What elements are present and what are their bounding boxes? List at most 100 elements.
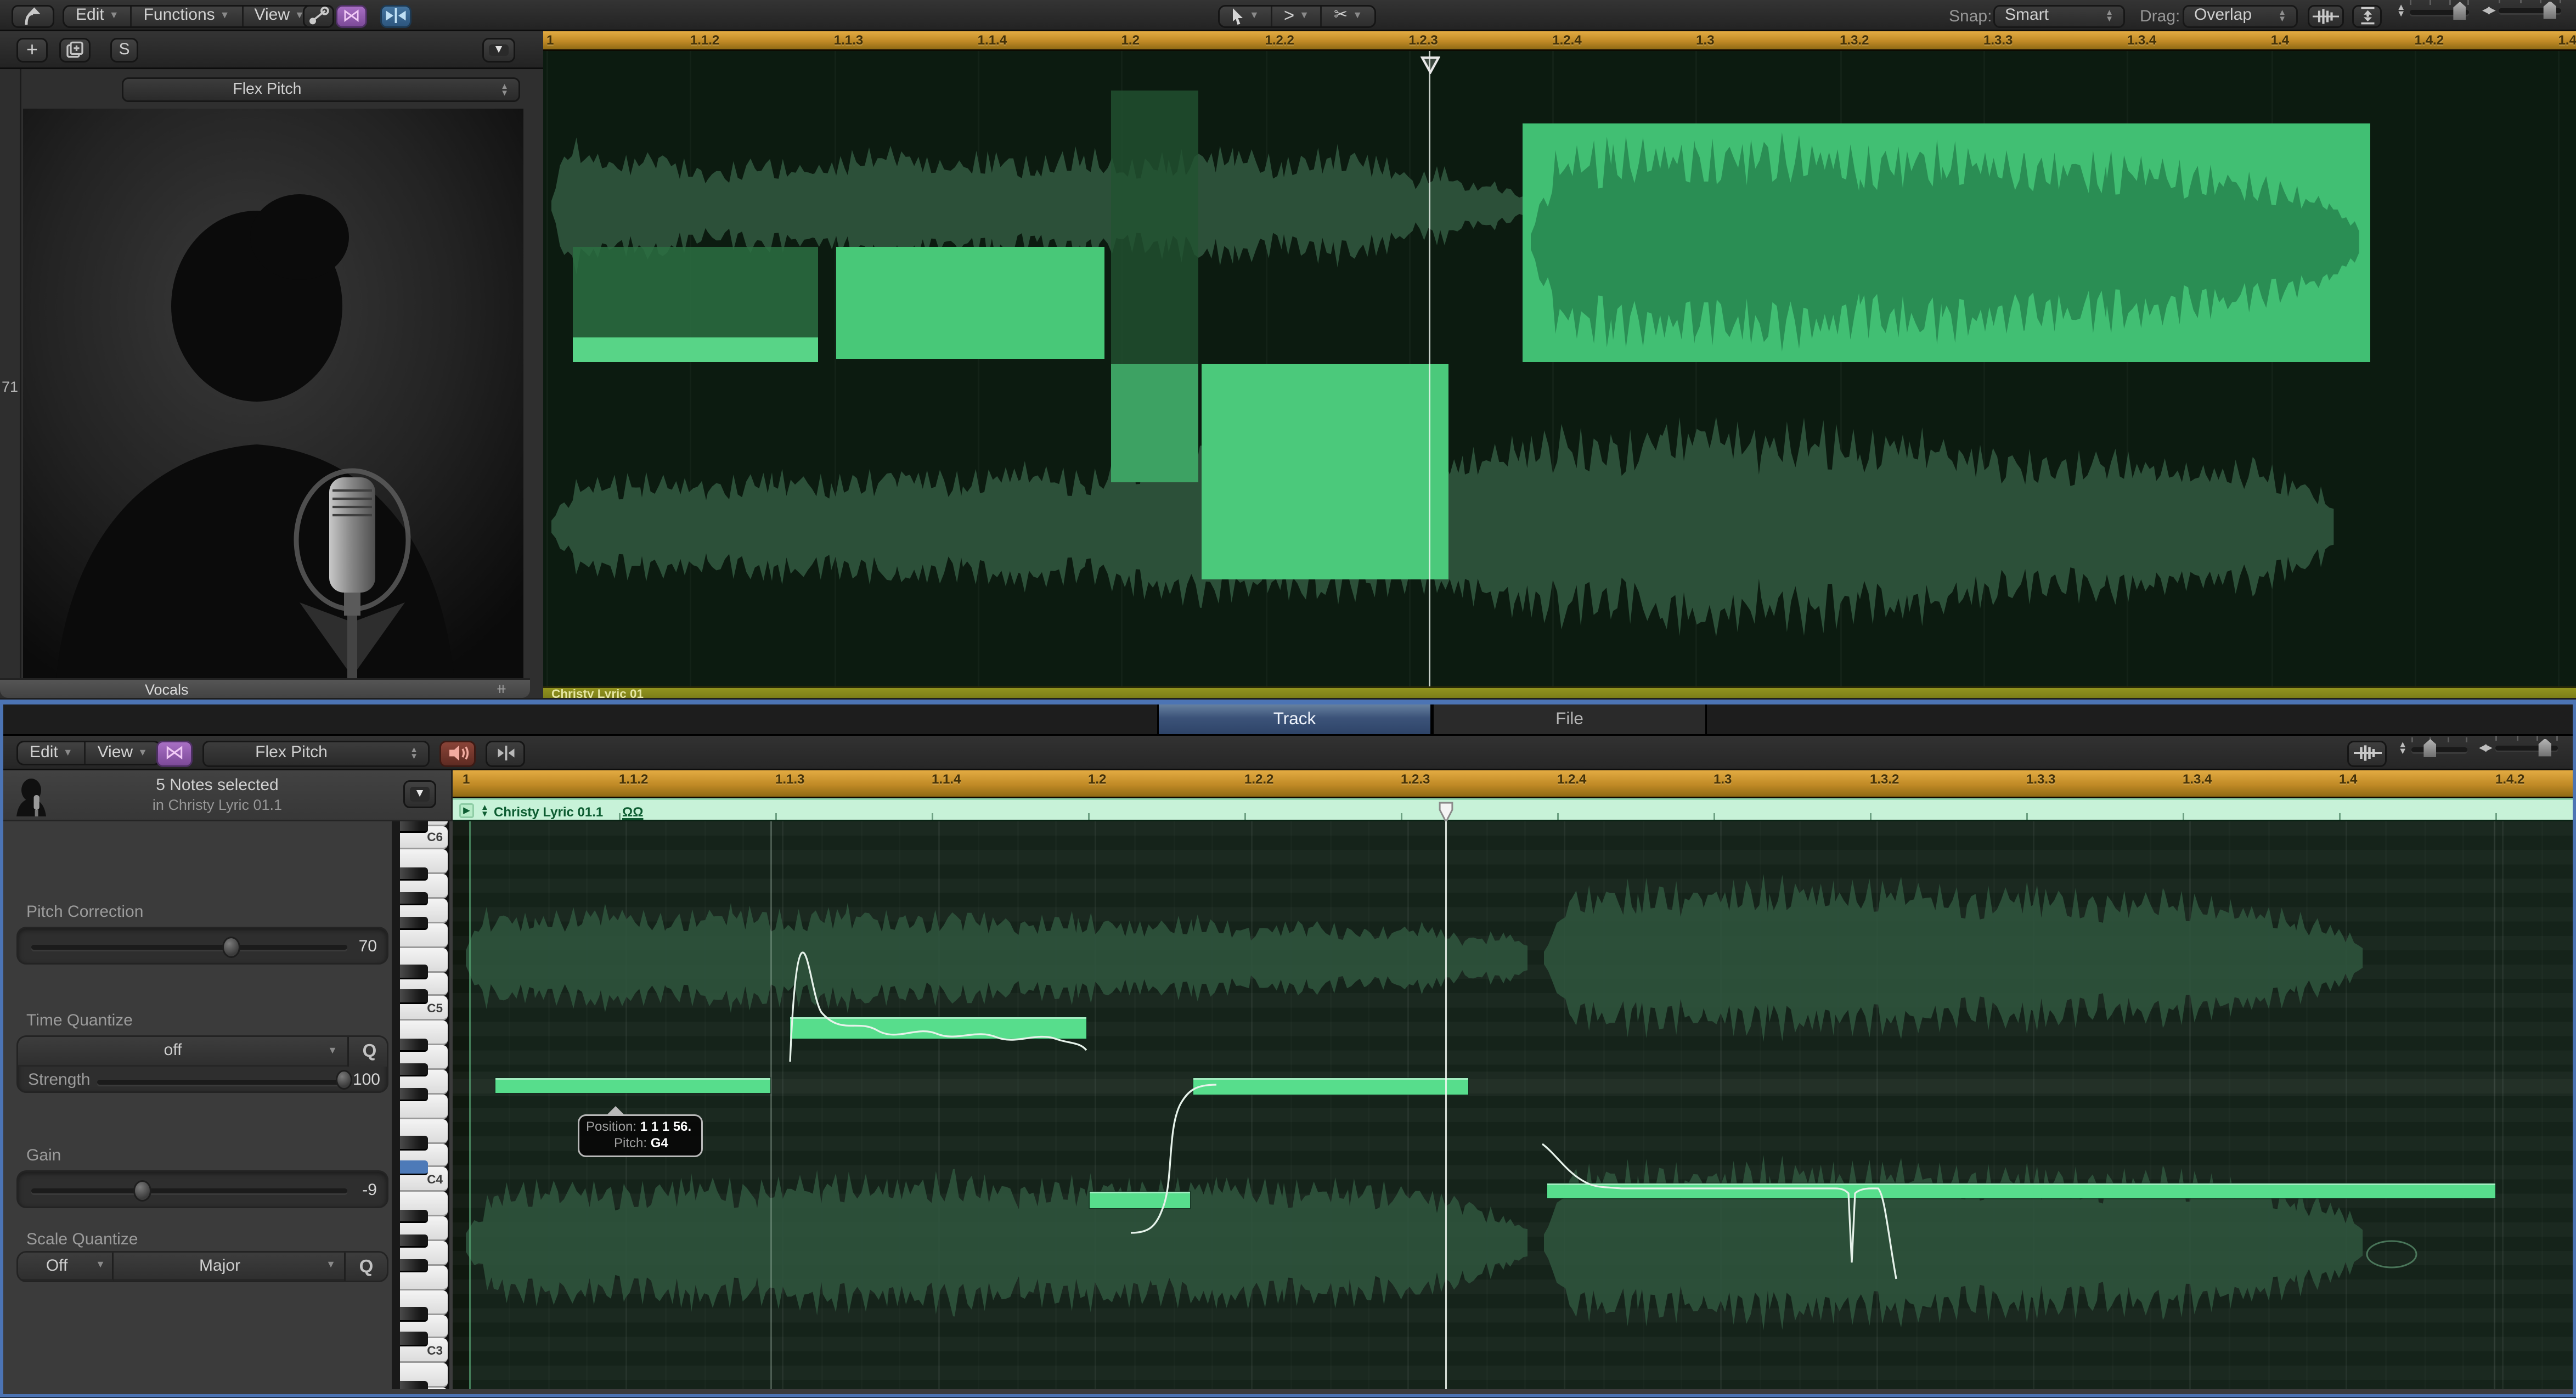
piano-key-C#3[interactable] (400, 1332, 428, 1346)
time-quantize-q-button[interactable]: Q (347, 1036, 388, 1066)
time-quantize-dropdown[interactable]: off ▼ Q (18, 1037, 388, 1067)
scale-quantize-q-button[interactable]: Q (344, 1253, 387, 1281)
strength-slider[interactable] (97, 1080, 344, 1085)
editor-bar-ruler[interactable]: 11.1.21.1.31.1.41.21.2.21.2.31.2.41.31.3… (453, 770, 2573, 798)
waveform-display[interactable] (543, 51, 2576, 686)
flex-button[interactable]: ⋈ (336, 4, 367, 27)
flex-pitch-note[interactable] (1090, 1192, 1190, 1208)
piano-key-C#4[interactable] (400, 1161, 428, 1175)
flex-pitch-note[interactable] (495, 1078, 770, 1093)
piano-key-A#3[interactable] (400, 1210, 428, 1224)
scale-quantize-label: Scale Quantize (26, 1231, 138, 1249)
scale-type-dropdown[interactable]: Major ▼ (114, 1253, 344, 1281)
vertical-autozoom-button[interactable] (2352, 4, 2382, 27)
gain-label: Gain (26, 1147, 61, 1165)
flex-pitch-mode-button[interactable] (380, 4, 412, 27)
editor-waveform-zoom-button[interactable] (2347, 740, 2387, 766)
ruler-tick: 1.3.4 (2183, 772, 2212, 787)
piano-key-A#5[interactable] (400, 867, 428, 882)
catch-flex-pitch-button[interactable] (486, 740, 525, 766)
track-lane[interactable]: 11.1.21.1.31.1.41.21.2.21.2.31.2.41.31.3… (543, 31, 2576, 698)
piano-key-G#5[interactable] (400, 892, 428, 906)
editor-playhead[interactable] (1445, 821, 1447, 1389)
region-header-bar[interactable]: ▶ ▲▼ Christy Lyric 01.1 ΩΩ (453, 798, 2573, 821)
add-track-button[interactable]: + (16, 37, 48, 62)
editor-menu-group: Edit▼ View▼ (16, 741, 161, 765)
scale-root-dropdown[interactable]: Off ▼ (18, 1253, 114, 1281)
piano-key-C#5[interactable] (400, 990, 428, 1004)
playhead[interactable] (1429, 51, 1430, 686)
zoom-thumb[interactable] (2423, 739, 2437, 757)
zoom-thumb[interactable] (2539, 739, 2552, 757)
snap-dropdown[interactable]: Smart▲▼ (1993, 4, 2125, 27)
ruler-tick: 1 (546, 33, 554, 48)
ruler-tick: 1.3.2 (1870, 772, 1899, 787)
pitch-correction-knob[interactable] (222, 936, 240, 957)
editor-playhead-marker[interactable] (1438, 801, 1453, 822)
editor-menu-edit[interactable]: Edit▼ (18, 742, 86, 764)
gain-slider[interactable]: -9 (16, 1170, 388, 1208)
top-bar-ruler[interactable]: 11.1.21.1.31.1.41.21.2.21.2.31.2.41.31.3… (543, 31, 2576, 51)
gain-knob[interactable] (134, 1180, 152, 1201)
ruler-tick: 1.2.3 (1401, 772, 1430, 787)
piano-key-D#3[interactable] (400, 1307, 428, 1322)
pointer-tool[interactable]: ▼ (1220, 6, 1272, 26)
zoom-thumb[interactable] (2544, 1, 2557, 19)
horizontal-zoom-slider[interactable]: ◀▶ (2482, 5, 2562, 16)
window-splitter[interactable] (0, 698, 2576, 704)
flex-segment[interactable] (836, 247, 1104, 359)
editor-flex-button[interactable]: ⋈ (156, 740, 193, 766)
region-title-bar[interactable]: Christy Lyric 01 (543, 686, 2576, 698)
editor-menu-view[interactable]: View▼ (86, 742, 159, 764)
logic-pro-window: Edit▼ Functions▼ View▼ ⋈ ▼ >▼ ✂▼ (0, 0, 2576, 1398)
flex-segment[interactable] (573, 337, 818, 362)
editor-horizontal-zoom-slider[interactable]: ◀▶ (2479, 742, 2558, 754)
menu-edit[interactable]: Edit▼ (64, 6, 132, 26)
piano-keyboard[interactable]: C6C5C4C3 (400, 821, 449, 1389)
menu-functions[interactable]: Functions▼ (132, 6, 243, 26)
inspector-disclosure-button[interactable]: ▼ (482, 37, 515, 62)
prelisten-button[interactable] (439, 740, 476, 766)
automation-button[interactable] (303, 4, 334, 27)
duplicate-track-button[interactable] (59, 37, 91, 62)
header-disclosure-button[interactable]: ▼ (403, 780, 436, 808)
zoom-thumb[interactable] (2453, 2, 2466, 20)
scissors-tool[interactable]: ✂▼ (1322, 6, 1374, 26)
track-name-row[interactable]: Vocals ⧺ (0, 678, 530, 698)
tab-track[interactable]: Track (1157, 704, 1432, 734)
piano-key-D#5[interactable] (400, 965, 428, 979)
tab-file[interactable]: File (1432, 704, 1707, 734)
pitch-correction-slider[interactable]: 70 (16, 927, 388, 965)
editor-flex-mode-dropdown[interactable]: Flex Pitch ▲▼ (202, 740, 430, 766)
flex-icon: ⋈ (342, 8, 360, 24)
piano-key-F#4[interactable] (400, 1087, 428, 1102)
secondary-tool[interactable]: >▼ (1272, 6, 1322, 26)
piano-key-G#4[interactable] (400, 1063, 428, 1077)
solo-button[interactable]: S (110, 37, 138, 62)
piano-key-F#5[interactable] (400, 916, 428, 931)
flex-pitch-note[interactable] (1547, 1183, 2495, 1198)
flex-segment[interactable] (1111, 91, 1198, 364)
flex-mode-dropdown[interactable]: Flex Pitch ▲▼ (122, 77, 520, 102)
flex-pitch-note[interactable] (1193, 1078, 1468, 1095)
piano-key-G#3[interactable] (400, 1234, 428, 1248)
piano-key-D#4[interactable] (400, 1136, 428, 1151)
vertical-zoom-slider[interactable]: ▲▼ (2397, 5, 2470, 18)
piano-key-A#4[interactable] (400, 1039, 428, 1053)
piano-key-A#2[interactable] (400, 1381, 428, 1389)
flex-pitch-note[interactable] (790, 1017, 1086, 1039)
piano-key-F#3[interactable] (400, 1259, 428, 1273)
flex-pitch-canvas[interactable]: Position: 1 1 1 56. Pitch: G4 (453, 821, 2573, 1389)
playhead-marker[interactable] (1420, 53, 1440, 71)
back-arrow-button[interactable] (12, 4, 54, 27)
editor-vertical-zoom-slider[interactable]: ▲▼ (2398, 742, 2468, 756)
flex-segment[interactable] (1111, 364, 1198, 482)
flex-segment[interactable] (1202, 364, 1448, 579)
drag-dropdown[interactable]: Overlap▲▼ (2183, 4, 2298, 27)
piano-key-C#6[interactable] (400, 821, 428, 832)
flex-segment[interactable] (573, 247, 818, 341)
waveform-zoom-button[interactable] (2308, 4, 2344, 27)
strength-knob[interactable] (336, 1070, 352, 1090)
main-menubar: Edit▼ Functions▼ View▼ ⋈ ▼ >▼ ✂▼ (0, 0, 2576, 31)
ruler-tick: 1.3 (1713, 772, 1732, 787)
